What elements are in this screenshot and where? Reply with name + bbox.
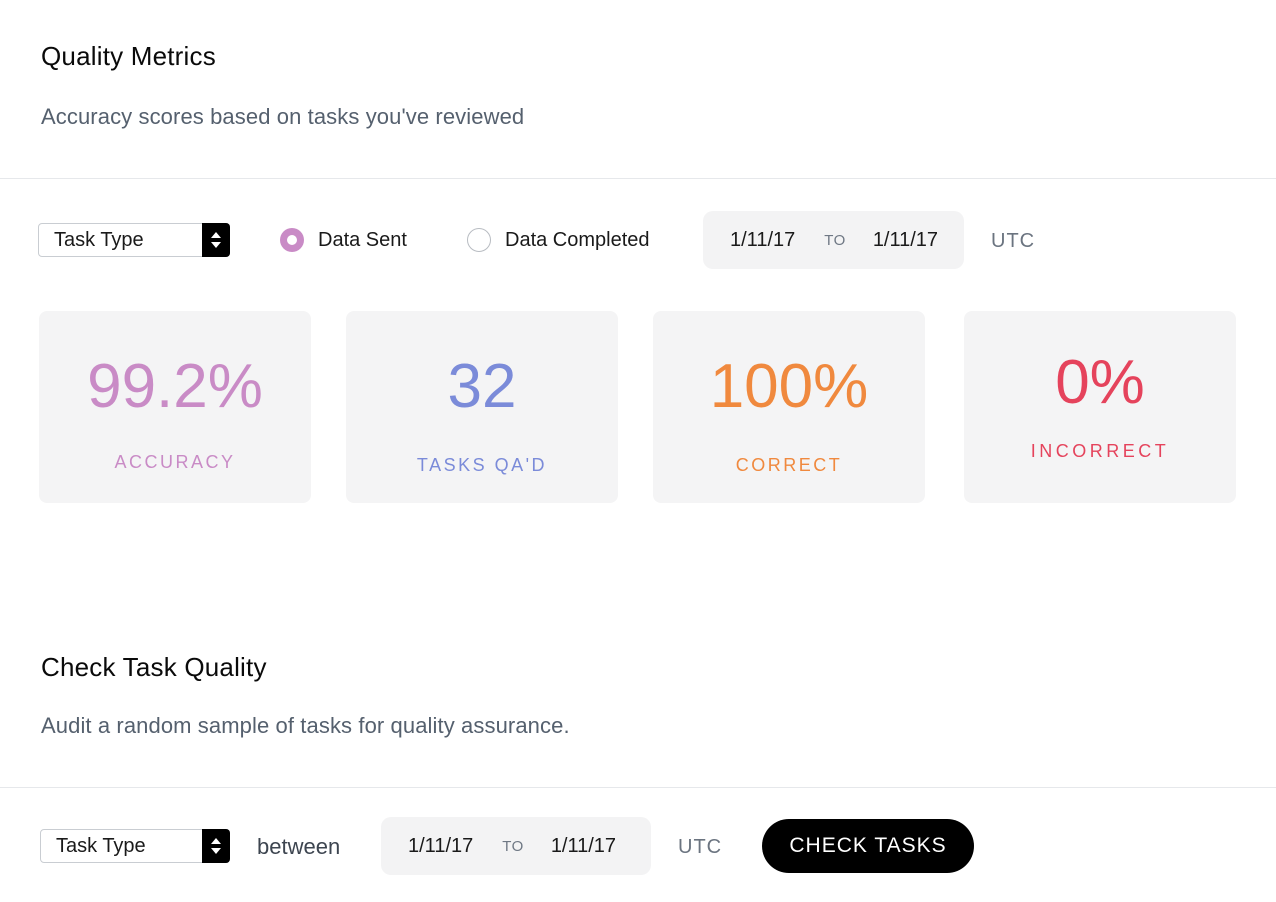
radio-data-sent-label: Data Sent [318,228,407,251]
quality-metrics-title: Quality Metrics [41,41,216,71]
section-divider [0,178,1276,179]
correct-card: 100% CORRECT [653,311,925,503]
timezone-label: UTC [991,230,1036,252]
incorrect-value: 0% [1055,348,1145,417]
date-range-metrics: 1/11/17 TO 1/11/17 [703,211,964,269]
accuracy-value: 99.2% [87,352,263,421]
up-down-caret-icon [202,829,230,863]
task-type-select[interactable]: Task Type [38,223,230,257]
radio-data-sent[interactable]: Data Sent [280,228,407,252]
date-range-check: 1/11/17 TO 1/11/17 [381,817,651,875]
quality-metrics-subtitle: Accuracy scores based on tasks you've re… [41,104,525,129]
incorrect-label: INCORRECT [1030,441,1170,461]
task-type-select-value: Task Type [56,834,146,857]
check-task-quality-subtitle: Audit a random sample of tasks for quali… [41,713,570,738]
radio-selected-icon [280,228,304,252]
task-type-select-check[interactable]: Task Type [40,829,230,863]
section-divider [0,787,1276,788]
date-to-separator: TO [824,231,846,249]
radio-unselected-icon [467,228,491,252]
radio-data-completed-label: Data Completed [505,228,650,251]
incorrect-card: 0% INCORRECT [964,311,1236,503]
tasks-qad-card: 32 TASKS QA'D [346,311,618,503]
task-type-select-value: Task Type [54,228,144,251]
date-from-input[interactable]: 1/11/17 [408,835,473,858]
tasks-qad-value: 32 [447,352,517,421]
correct-value: 100% [709,352,869,421]
date-from-input[interactable]: 1/11/17 [730,229,795,252]
radio-data-completed[interactable]: Data Completed [467,228,650,252]
correct-label: CORRECT [735,455,843,475]
date-to-input[interactable]: 1/11/17 [551,835,616,858]
date-to-input[interactable]: 1/11/17 [873,229,938,252]
check-tasks-button[interactable]: CHECK TASKS [762,819,974,873]
accuracy-card: 99.2% ACCURACY [39,311,311,503]
timezone-label: UTC [678,836,723,858]
between-label: between [257,834,341,859]
up-down-caret-icon [202,223,230,257]
accuracy-label: ACCURACY [114,452,236,472]
check-task-quality-title: Check Task Quality [41,652,267,682]
date-to-separator: TO [502,837,524,855]
tasks-qad-label: TASKS QA'D [416,455,548,475]
